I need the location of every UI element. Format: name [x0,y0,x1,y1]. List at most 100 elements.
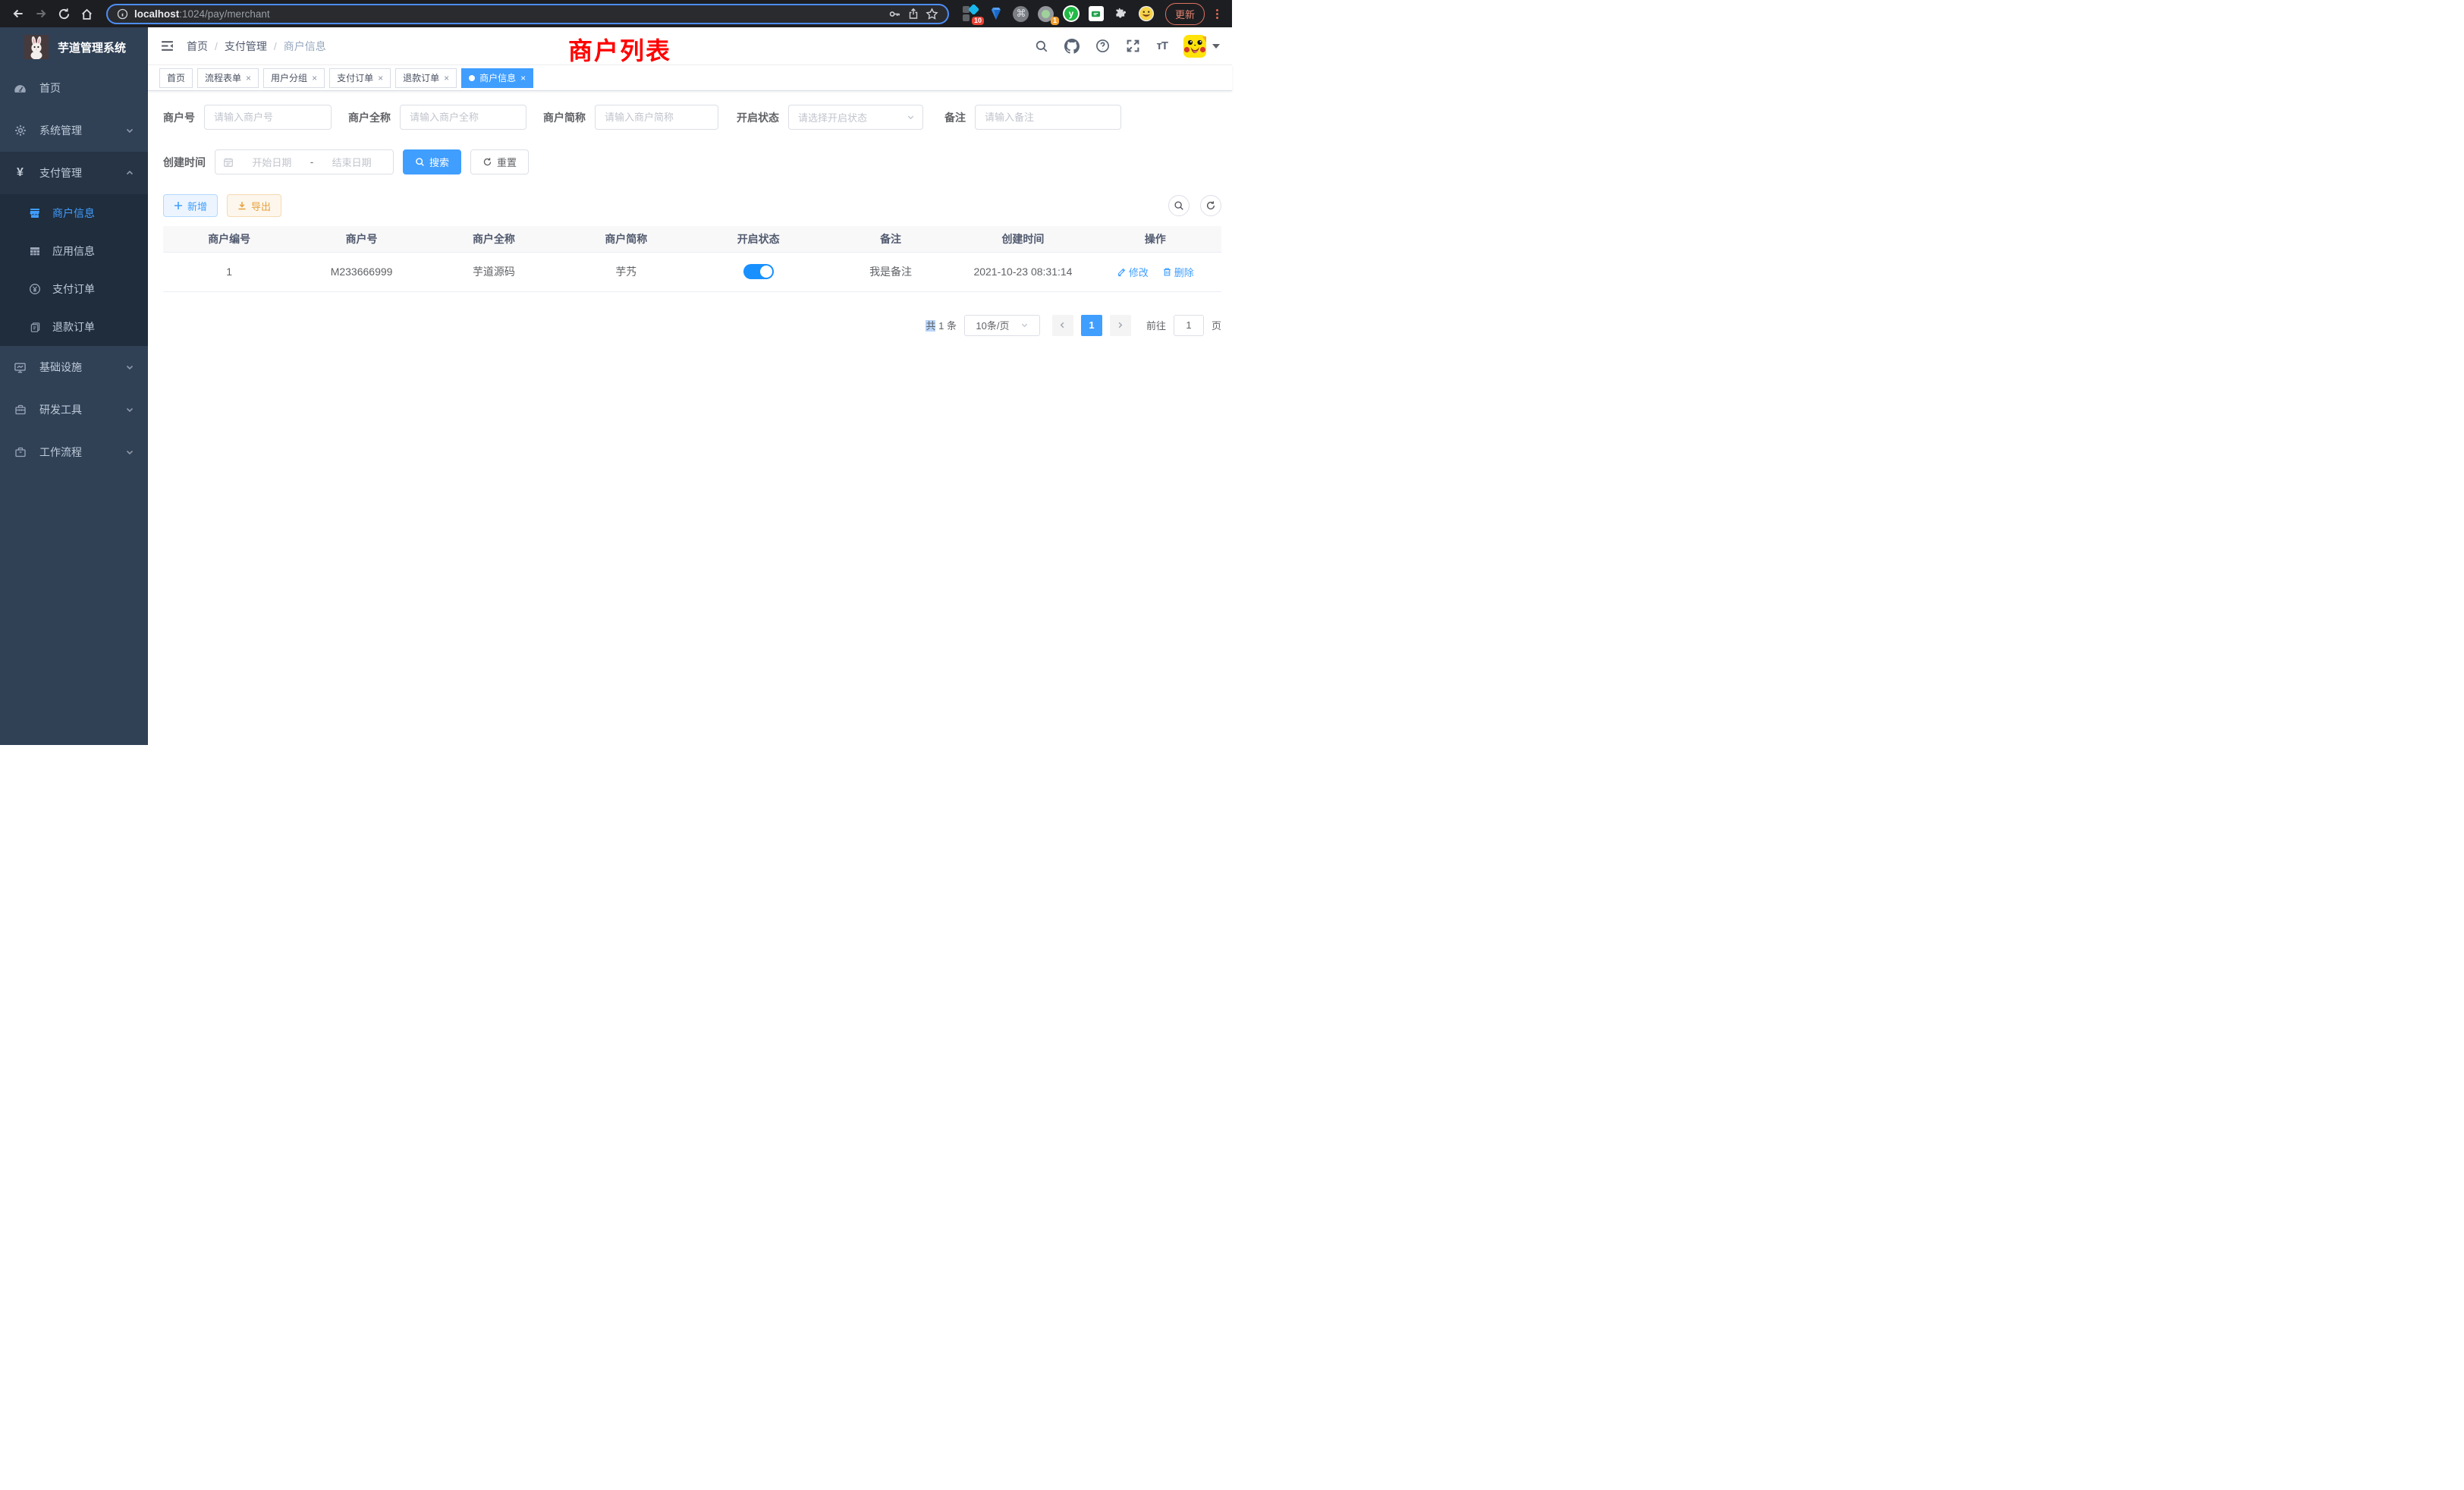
toggle-search-button[interactable] [1168,195,1190,216]
browser-reload-icon[interactable] [53,3,74,24]
edit-pen-icon [1117,267,1127,277]
site-info-icon[interactable] [117,8,128,20]
page-number-1[interactable]: 1 [1081,315,1102,336]
extension-gem-icon[interactable] [988,5,1004,22]
add-button[interactable]: 新增 [163,194,218,217]
remark-input[interactable] [975,105,1121,130]
goto-page-input[interactable] [1174,315,1204,336]
prev-page-button[interactable] [1052,315,1073,336]
sidebar-item-refund-order[interactable]: 退款订单 [0,308,148,346]
merchant-no-input[interactable] [204,105,332,130]
extension-badge: 1 [1051,17,1059,25]
col-full-name: 商户全称 [428,226,560,252]
dashboard-icon [14,82,27,95]
close-icon[interactable]: × [444,74,449,83]
sidebar-item-payment[interactable]: ¥ 支付管理 [0,152,148,194]
github-icon[interactable] [1064,39,1080,54]
tab-process-form[interactable]: 流程表单× [197,68,259,88]
extensions-puzzle-icon[interactable] [1113,5,1130,22]
cell-merchant-no: M233666999 [295,252,427,291]
user-menu[interactable] [1183,35,1220,58]
status-toggle[interactable] [743,264,774,279]
refresh-table-button[interactable] [1200,195,1221,216]
search-button[interactable]: 搜索 [403,149,461,174]
browser-forward-icon[interactable] [30,3,52,24]
password-key-icon[interactable] [888,8,901,20]
chevron-down-icon [125,363,134,372]
browser-profile-avatar[interactable] [1138,5,1155,22]
tab-merchant-info[interactable]: 商户信息× [461,68,533,88]
export-button[interactable]: 导出 [227,194,281,217]
sidebar-item-pay-order[interactable]: 支付订单 [0,270,148,308]
short-name-input[interactable] [595,105,718,130]
document-icon [29,322,41,333]
extension-yudao-icon[interactable]: y [1063,5,1080,22]
briefcase-icon [14,446,27,458]
breadcrumb: 首页 / 支付管理 / 商户信息 [187,39,326,54]
sidebar-item-workflow[interactable]: 工作流程 [0,431,148,473]
full-name-input[interactable] [400,105,526,130]
browser-back-icon[interactable] [8,3,29,24]
extension-command-icon[interactable]: ⌘ [1013,5,1029,22]
sidebar: 芋道管理系统 首页 系统管理 ¥ 支付管理 [0,27,148,745]
page-unit-label: 页 [1212,318,1221,332]
sidebar-collapse-icon[interactable] [160,39,174,53]
col-actions: 操作 [1089,226,1221,252]
chevron-down-icon [1020,321,1029,329]
browser-toolbar: localhost:1024/pay/merchant 10 ⌘ 1 y [0,0,1232,27]
status-select[interactable]: 请选择开启状态 [788,105,923,130]
tab-refund-order[interactable]: 退款订单× [395,68,457,88]
close-icon[interactable]: × [378,74,383,83]
fullscreen-icon[interactable] [1126,39,1140,53]
reset-button[interactable]: 重置 [470,149,529,174]
header-search-icon[interactable] [1035,39,1048,53]
share-icon[interactable] [907,8,919,20]
sidebar-item-app-info[interactable]: 应用信息 [0,232,148,270]
tab-user-group[interactable]: 用户分组× [263,68,325,88]
extension-badge: 10 [972,17,984,25]
extension-recorder-icon[interactable]: 1 [1038,5,1054,22]
refresh-icon [482,157,492,167]
tab-home[interactable]: 首页 [159,68,193,88]
extension-notes-icon[interactable] [1088,5,1105,22]
breadcrumb-home[interactable]: 首页 [187,39,208,54]
sidebar-item-dev-tools[interactable]: 研发工具 [0,388,148,431]
extension-grid-icon[interactable]: 10 [963,5,979,22]
close-icon[interactable]: × [520,74,526,83]
sidebar-item-infrastructure[interactable]: 基础设施 [0,346,148,388]
font-size-icon[interactable]: тT [1156,39,1168,52]
col-remark: 备注 [825,226,957,252]
app-logo-row[interactable]: 芋道管理系统 [0,27,148,67]
close-icon[interactable]: × [246,74,251,83]
cell-merchant-id: 1 [163,252,295,291]
sidebar-item-home[interactable]: 首页 [0,67,148,109]
avatar [1183,35,1206,58]
calendar-icon [223,157,234,168]
table-row: 1 M233666999 芋道源码 芋艿 我是备注 2021-10-23 08:… [163,252,1221,291]
tab-pay-order[interactable]: 支付订单× [329,68,391,88]
date-range-picker[interactable]: 开始日期 - 结束日期 [215,149,394,174]
close-icon[interactable]: × [312,74,317,83]
cell-short-name: 芋艿 [560,252,692,291]
delete-link[interactable]: 删除 [1162,265,1194,279]
col-merchant-id: 商户编号 [163,226,295,252]
browser-menu-icon[interactable] [1211,9,1223,19]
browser-update-button[interactable]: 更新 [1165,3,1205,25]
browser-home-icon[interactable] [76,3,97,24]
breadcrumb-payment[interactable]: 支付管理 [225,39,267,54]
sidebar-item-label: 商户信息 [52,206,95,221]
edit-link[interactable]: 修改 [1117,265,1149,279]
chevron-down-icon [125,405,134,414]
sidebar-item-merchant-info[interactable]: 商户信息 [0,194,148,232]
shop-icon [29,207,41,219]
bookmark-star-icon[interactable] [926,8,938,20]
address-bar[interactable]: localhost:1024/pay/merchant [106,4,949,24]
next-page-button[interactable] [1110,315,1131,336]
help-icon[interactable] [1095,39,1110,53]
col-merchant-no: 商户号 [295,226,427,252]
sidebar-item-system[interactable]: 系统管理 [0,109,148,152]
app-title: 芋道管理系统 [58,39,126,55]
table-toolbar: 新增 导出 [163,194,1221,217]
page-size-select[interactable]: 10条/页 [964,315,1040,336]
col-short-name: 商户简称 [560,226,692,252]
